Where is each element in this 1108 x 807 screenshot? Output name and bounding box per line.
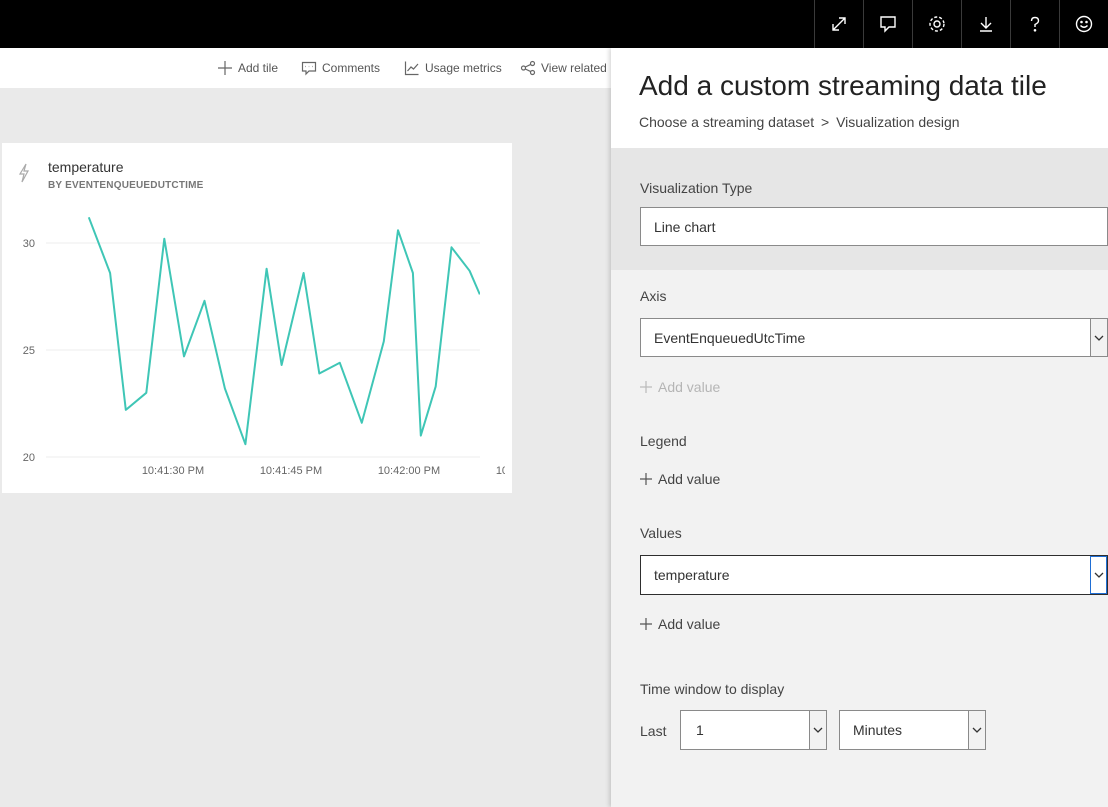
download-icon [980, 17, 992, 32]
view-related-label: View related [541, 61, 607, 75]
help-button[interactable] [1010, 0, 1059, 48]
series-line-temperature [87, 216, 480, 446]
panel-header: Add a custom streaming data tile Choose … [611, 48, 1108, 148]
visualization-type-label: Visualization Type [640, 180, 753, 196]
time-amount-dropdown-button[interactable] [809, 711, 826, 749]
time-unit-value: Minutes [853, 722, 903, 738]
streaming-tile[interactable]: 30 25 20 10:41:30 PM 10:41:45 PM 10:42:00 PM 1… [2, 143, 512, 493]
lightning-bolt-icon [18, 163, 30, 183]
x-tick-label: 10:41:30 PM [142, 465, 204, 477]
breadcrumb-visualization-design: Visualization design [836, 114, 960, 130]
usage-metrics-button[interactable]: Usage metrics [404, 60, 502, 76]
values-select[interactable]: temperature [640, 555, 1108, 595]
values-add-value-label: Add value [658, 616, 721, 632]
line-chart-icon [404, 61, 419, 76]
smiley-icon [1075, 15, 1093, 33]
download-button[interactable] [961, 0, 1010, 48]
values-value: temperature [654, 567, 730, 583]
time-unit-select[interactable]: Minutes [839, 710, 986, 750]
values-dropdown-button[interactable] [1090, 556, 1107, 594]
breadcrumb: Choose a streaming dataset > Visualizati… [639, 114, 960, 130]
tile-title: temperature [48, 159, 124, 175]
axis-dropdown-button[interactable] [1090, 319, 1107, 356]
chevron-down-icon [972, 727, 982, 733]
tile-subtitle: BY EVENTENQUEUEDUTCTIME [48, 180, 204, 191]
settings-button[interactable] [912, 0, 961, 48]
visualization-type-value: Line chart [654, 218, 716, 235]
chevron-down-icon [1094, 572, 1103, 578]
top-bar [0, 0, 1108, 48]
axis-value: EventEnqueuedUtcTime [654, 329, 806, 346]
chevron-down-icon [813, 727, 823, 733]
chevron-down-icon [1094, 335, 1104, 341]
legend-label: Legend [640, 433, 687, 449]
legend-add-value[interactable]: Add value [640, 471, 720, 487]
expand-icon [832, 17, 846, 31]
comment-button[interactable] [863, 0, 912, 48]
comments-label: Comments [322, 61, 381, 75]
view-related-button[interactable]: View related [520, 60, 607, 76]
settings-icon [929, 16, 945, 32]
x-tick-label: 10:42:15 PM [496, 465, 512, 477]
temperature-line-chart: 30 25 20 10:41:30 PM 10:41:45 PM 10:42:00 PM 1… [23, 216, 512, 477]
breadcrumb-separator: > [821, 114, 830, 130]
x-tick-label: 10:41:45 PM [260, 465, 322, 477]
y-tick-label: 30 [23, 238, 35, 250]
time-unit-dropdown-button[interactable] [968, 711, 985, 749]
plus-icon [640, 618, 652, 630]
legend-add-value-label: Add value [658, 471, 721, 487]
panel-title: Add a custom streaming data tile [639, 70, 1047, 101]
dashboard-canvas: 30 25 20 10:41:30 PM 10:41:45 PM 10:42:00 PM 1… [0, 88, 612, 807]
last-label: Last [640, 723, 667, 739]
axis-label: Axis [640, 288, 667, 304]
comment-icon [301, 61, 317, 76]
add-tile-label: Add tile [238, 61, 279, 75]
breadcrumb-choose-dataset[interactable]: Choose a streaming dataset [639, 114, 814, 130]
values-add-value[interactable]: Add value [640, 616, 720, 632]
help-icon [1030, 16, 1040, 32]
plus-icon [640, 381, 652, 393]
axis-add-value-label: Add value [658, 379, 721, 395]
values-label: Values [640, 525, 682, 541]
visualization-type-select[interactable]: Line chart [640, 207, 1108, 246]
comments-button[interactable]: Comments [301, 60, 380, 76]
add-tile-button[interactable]: Add tile [217, 60, 278, 76]
feedback-button[interactable] [1059, 0, 1108, 48]
comment-icon [880, 16, 896, 33]
time-amount-value: 1 [696, 722, 704, 738]
axis-add-value: Add value [640, 379, 720, 395]
dashboard-action-bar: Add tile Comments Usage metrics View rel… [0, 48, 612, 88]
custom-streaming-tile-panel: Add a custom streaming data tile Choose … [611, 48, 1108, 807]
axis-select[interactable]: EventEnqueuedUtcTime [640, 318, 1108, 357]
time-amount-select[interactable]: 1 [680, 710, 827, 750]
plus-icon [640, 473, 652, 485]
expand-button[interactable] [814, 0, 863, 48]
x-tick-label: 10:42:00 PM [378, 465, 440, 477]
top-bar-icons [814, 0, 1108, 48]
y-tick-label: 25 [23, 345, 35, 357]
usage-metrics-label: Usage metrics [425, 61, 502, 75]
share-nodes-icon [520, 60, 536, 76]
plus-icon [218, 61, 232, 75]
y-tick-label: 20 [23, 452, 35, 464]
time-window-label: Time window to display [640, 681, 785, 697]
